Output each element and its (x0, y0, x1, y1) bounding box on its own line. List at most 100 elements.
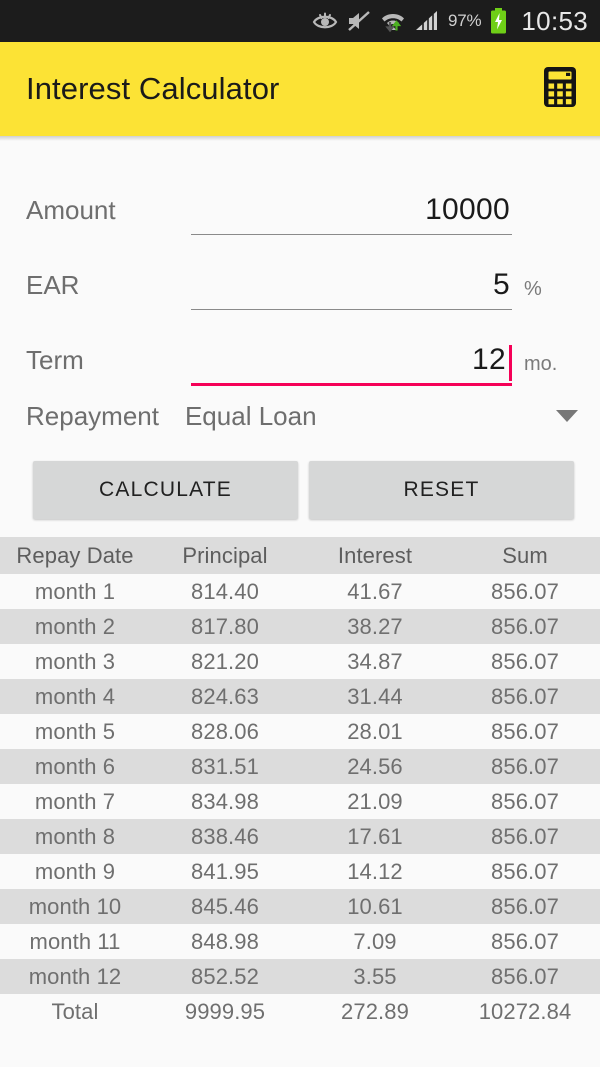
table-cell-0: month 10 (28, 893, 122, 919)
term-value: 12 (472, 343, 506, 376)
table-cell-3: 856.07 (491, 578, 559, 604)
table-cell-2: 7.09 (353, 928, 397, 954)
amount-input[interactable]: 10000 (191, 193, 512, 235)
table-cell-1: 848.98 (191, 928, 259, 954)
reset-button[interactable]: RESET (309, 461, 574, 519)
table-row: month 1 814.40 41.67 856.07 (0, 574, 600, 609)
table-cell-1: 841.95 (191, 858, 259, 884)
table-row: month 12 852.52 3.55 856.07 (0, 959, 600, 994)
battery-percent-label: 97% (447, 11, 482, 30)
total-cell-0: Total (51, 998, 99, 1024)
table-cell-3: 856.07 (491, 788, 559, 814)
table-cell-1: 814.40 (191, 578, 259, 604)
table-cell-0: month 9 (34, 858, 116, 884)
text-cursor (509, 345, 512, 381)
table-row: month 2 817.80 38.27 856.07 (0, 609, 600, 644)
table-cell-0: month 11 (29, 928, 121, 954)
mute-icon (347, 10, 371, 32)
action-button-row: CALCULATE RESET (0, 447, 600, 537)
table-cell-1: 817.80 (191, 613, 259, 639)
repayment-selected-value: Equal Loan (184, 400, 317, 431)
table-cell-0: month 3 (34, 648, 116, 674)
term-underline-focused (191, 383, 512, 386)
table-row: month 3 821.20 34.87 856.07 (0, 644, 600, 679)
column-header-2: Interest (337, 542, 413, 568)
ear-label: EAR (26, 270, 80, 300)
chevron-down-icon[interactable] (556, 410, 578, 422)
battery-charging-icon (490, 8, 507, 34)
page-title: Interest Calculator (26, 71, 280, 106)
ear-suffix: % (524, 278, 542, 300)
table-cell-0: month 12 (28, 963, 122, 989)
table-cell-2: 21.09 (347, 788, 403, 814)
field-row-ear: EAR 5 % (0, 235, 600, 310)
table-cell-3: 856.07 (491, 648, 559, 674)
table-cell-2: 17.61 (347, 823, 403, 849)
status-bar: 97% 10:53 (0, 0, 600, 42)
ear-value: 5 (493, 268, 510, 301)
amount-value: 10000 (425, 193, 510, 226)
field-row-amount: Amount 10000 (0, 160, 600, 235)
table-cell-1: 828.06 (191, 718, 259, 744)
table-header-row: Repay Date Principal Interest Sum (0, 537, 600, 574)
table-cell-2: 14.12 (347, 858, 403, 884)
table-cell-0: month 7 (34, 788, 116, 814)
table-cell-1: 831.51 (191, 753, 259, 779)
table-cell-2: 38.27 (347, 613, 403, 639)
field-row-term: Term 12 mo. (0, 310, 600, 386)
table-cell-2: 10.61 (347, 893, 403, 919)
table-cell-3: 856.07 (491, 753, 559, 779)
table-cell-1: 821.20 (191, 648, 259, 674)
repayment-select[interactable]: Repayment Equal Loan (0, 385, 600, 447)
term-input[interactable]: 12 (191, 343, 512, 386)
table-row: month 5 828.06 28.01 856.07 (0, 714, 600, 749)
ear-input[interactable]: 5 (191, 268, 512, 310)
bottom-spacer (0, 1029, 600, 1067)
table-cell-1: 845.46 (191, 893, 259, 919)
table-cell-3: 856.07 (491, 683, 559, 709)
column-header-0: Repay Date (16, 542, 134, 568)
table-cell-3: 856.07 (491, 858, 559, 884)
table-row: month 11 848.98 7.09 856.07 (0, 924, 600, 959)
table-cell-2: 31.44 (347, 683, 403, 709)
table-cell-3: 856.07 (491, 823, 559, 849)
repayment-schedule-table: Repay Date Principal Interest Sum month 1 814… (0, 537, 600, 1029)
app-bar: Interest Calculator (0, 42, 600, 141)
table-cell-0: month 4 (34, 683, 116, 709)
calculator-icon[interactable] (542, 66, 578, 113)
total-cell-2: 272.89 (341, 998, 409, 1024)
repayment-label: Repayment (26, 400, 159, 431)
total-cell-1: 9999.95 (184, 998, 266, 1024)
table-row: month 7 834.98 21.09 856.07 (0, 784, 600, 819)
table-cell-3: 856.07 (491, 963, 559, 989)
clock-label: 10:53 (521, 5, 588, 36)
calculator-form: Amount 10000 EAR 5 % Term 12 mo. Repayme… (0, 136, 600, 537)
table-cell-0: month 6 (34, 753, 116, 779)
table-cell-1: 852.52 (191, 963, 259, 989)
table-cell-0: month 1 (34, 578, 116, 604)
table-cell-1: 824.63 (191, 683, 259, 709)
table-row: month 4 824.63 31.44 856.07 (0, 679, 600, 714)
table-total-row: Total 9999.95 272.89 10272.84 (0, 994, 600, 1029)
table-cell-1: 834.98 (191, 788, 259, 814)
table-row: month 9 841.95 14.12 856.07 (0, 854, 600, 889)
table-row: month 6 831.51 24.56 856.07 (0, 749, 600, 784)
amount-label: Amount (26, 195, 116, 225)
table-cell-0: month 2 (34, 613, 116, 639)
column-header-3: Sum (502, 542, 548, 568)
term-label: Term (26, 345, 84, 375)
table-cell-3: 856.07 (491, 613, 559, 639)
signal-icon (415, 10, 439, 32)
wifi-icon (380, 9, 406, 33)
table-cell-3: 856.07 (491, 893, 559, 919)
ear-underline (191, 309, 512, 310)
table-cell-2: 28.01 (347, 718, 403, 744)
term-suffix: mo. (524, 353, 558, 375)
amount-underline (191, 234, 512, 235)
table-cell-2: 3.55 (353, 963, 397, 989)
table-cell-0: month 8 (34, 823, 116, 849)
column-header-1: Principal (182, 542, 268, 568)
table-cell-0: month 5 (34, 718, 116, 744)
table-cell-3: 856.07 (491, 718, 559, 744)
calculate-button[interactable]: CALCULATE (33, 461, 298, 519)
